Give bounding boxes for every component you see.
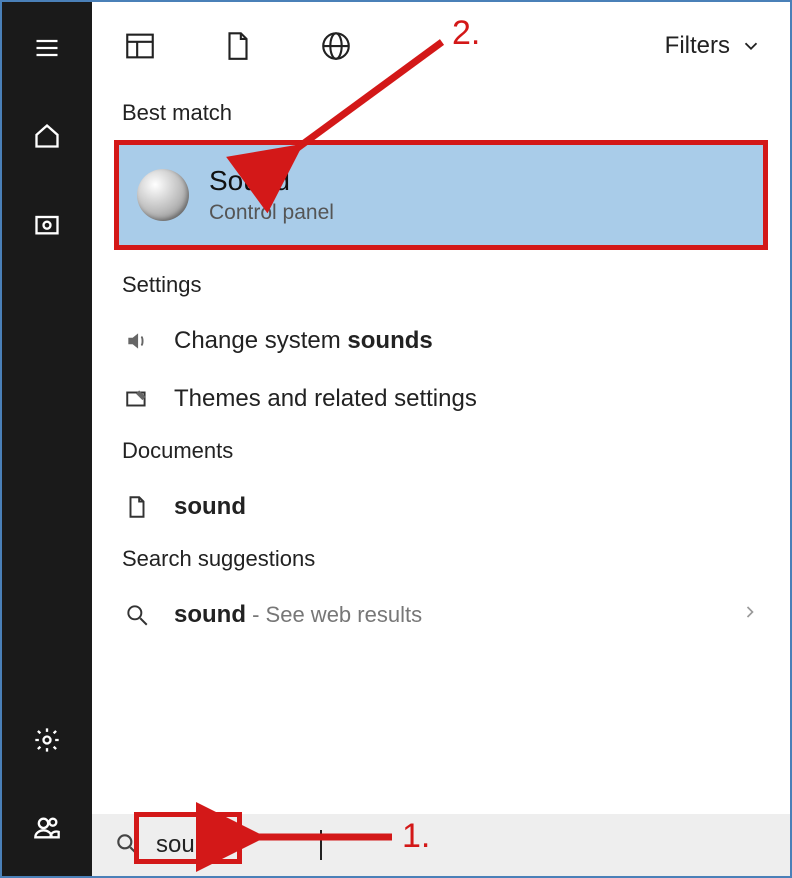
- settings-item-label: Themes and related settings: [174, 385, 477, 413]
- documents-header: Documents: [114, 428, 768, 478]
- scope-apps[interactable]: [120, 26, 160, 66]
- gear-icon: [33, 726, 61, 754]
- globe-icon: [319, 29, 353, 63]
- scope-toolbar: Filters: [92, 2, 790, 90]
- settings-header: Settings: [114, 250, 768, 312]
- settings-item-label: Change system sounds: [174, 327, 433, 355]
- hamburger-icon: [33, 34, 61, 62]
- settings-item[interactable]: Themes and related settings: [114, 370, 768, 428]
- home-icon: [33, 122, 61, 150]
- search-panel: Filters Best match Sound Control panel S…: [92, 2, 790, 876]
- start-sidebar: [2, 2, 92, 876]
- suggestion-item-label: sound - See web results: [174, 601, 422, 629]
- people-icon: [33, 814, 61, 842]
- suggestion-item[interactable]: sound - See web results: [114, 586, 768, 644]
- photos-button[interactable]: [23, 200, 71, 248]
- best-match-subtitle: Control panel: [209, 201, 334, 225]
- home-button[interactable]: [23, 112, 71, 160]
- filters-dropdown[interactable]: Filters: [665, 32, 762, 60]
- best-match-header: Best match: [114, 90, 768, 140]
- suggestions-header: Search suggestions: [114, 536, 768, 586]
- document-icon: [221, 29, 255, 63]
- volume-icon: [122, 326, 152, 356]
- text-cursor: [320, 830, 322, 860]
- chevron-right-icon: [740, 601, 760, 629]
- search-icon: [122, 600, 152, 630]
- best-match-text: Sound Control panel: [209, 165, 334, 225]
- search-bar[interactable]: [92, 814, 790, 876]
- scope-documents[interactable]: [218, 26, 258, 66]
- scope-web[interactable]: [316, 26, 356, 66]
- personalize-icon: [122, 384, 152, 414]
- document-item-label: sound: [174, 493, 246, 521]
- best-match-title: Sound: [209, 165, 334, 197]
- search-icon: [114, 831, 142, 859]
- results-list: Best match Sound Control panel Settings …: [92, 90, 790, 814]
- menu-button[interactable]: [23, 24, 71, 72]
- apps-icon: [123, 29, 157, 63]
- file-icon: [122, 492, 152, 522]
- document-item[interactable]: sound: [114, 478, 768, 536]
- chevron-down-icon: [740, 35, 762, 57]
- best-match-result[interactable]: Sound Control panel: [114, 140, 768, 250]
- people-button[interactable]: [23, 804, 71, 852]
- settings-button[interactable]: [23, 716, 71, 764]
- filters-label: Filters: [665, 32, 730, 60]
- search-input[interactable]: [156, 831, 316, 859]
- camera-icon: [33, 210, 61, 238]
- settings-item[interactable]: Change system sounds: [114, 312, 768, 370]
- speaker-icon: [137, 169, 189, 221]
